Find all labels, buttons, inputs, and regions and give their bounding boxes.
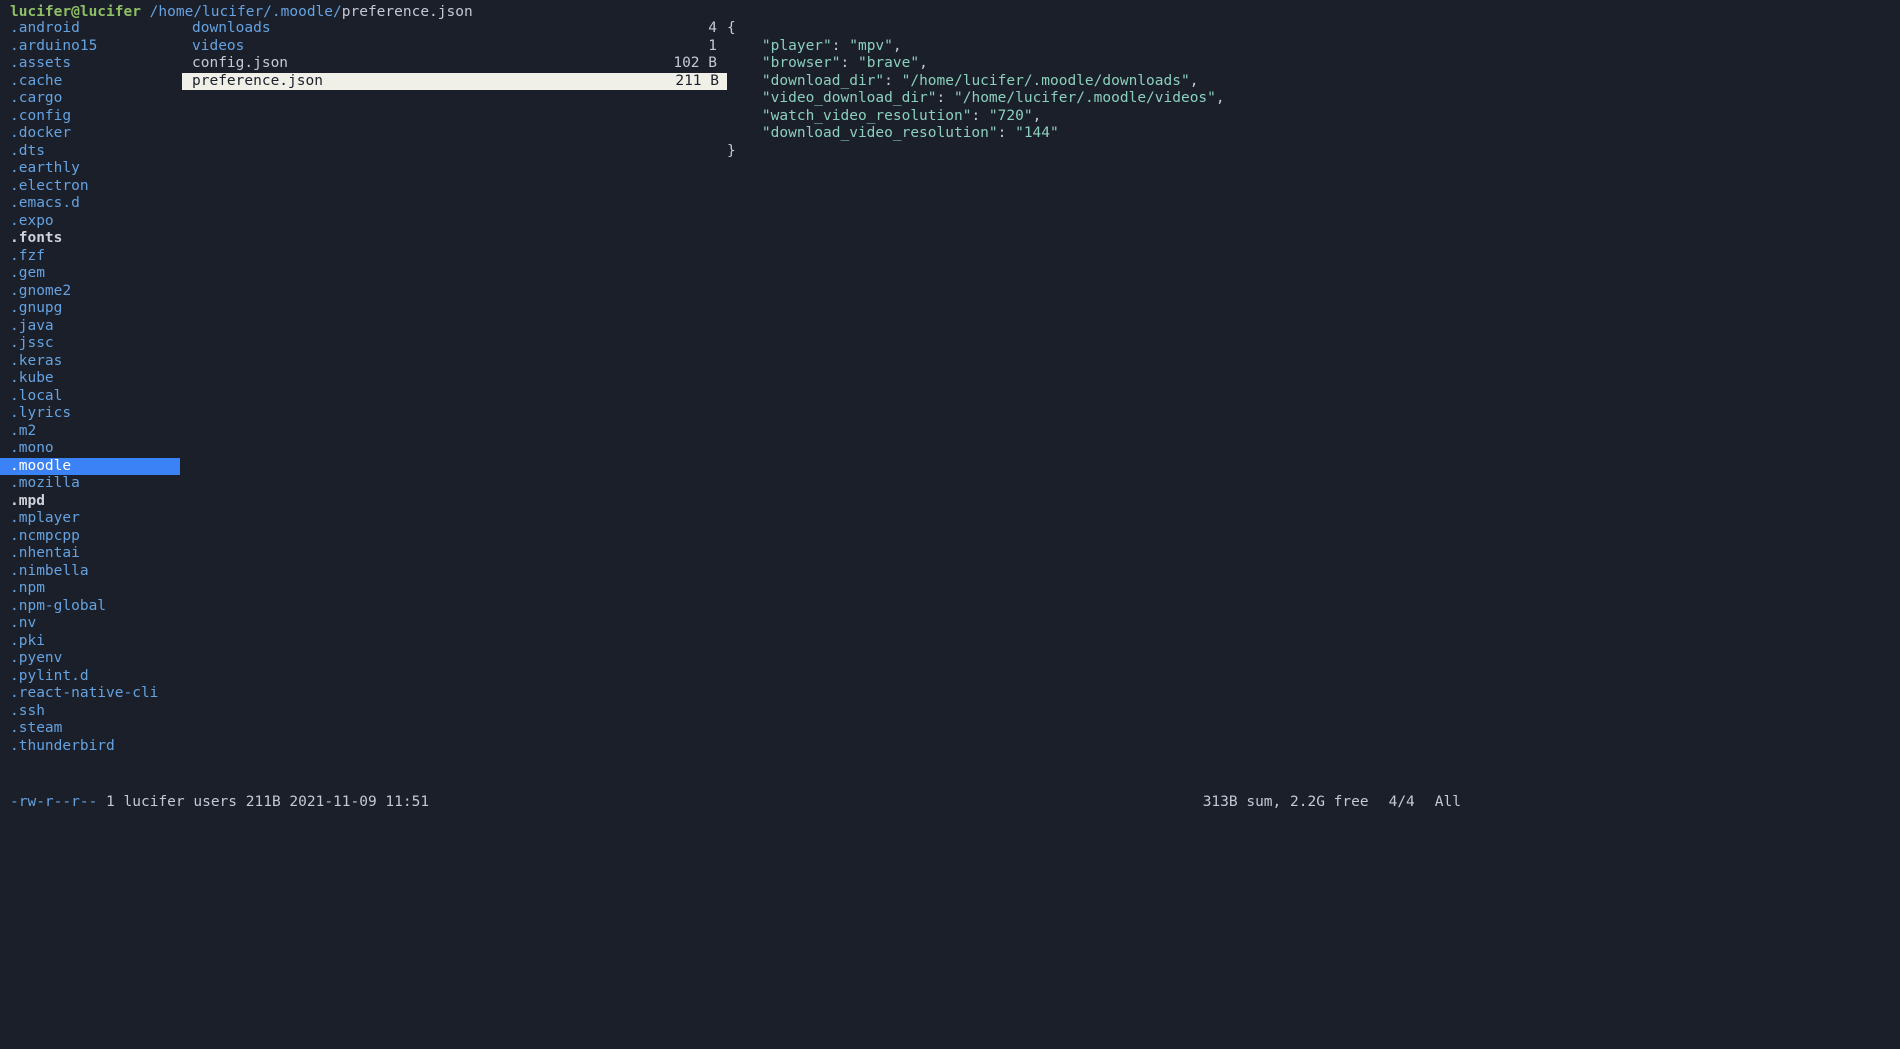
file-links: 1 xyxy=(106,794,115,810)
preview-line: "download_video_resolution": "144" xyxy=(727,125,1461,143)
parent-dir-entry[interactable]: .cache xyxy=(10,73,182,91)
parent-dir-entry[interactable]: .mplayer xyxy=(10,510,182,528)
parent-dir-entry[interactable]: .keras xyxy=(10,353,182,371)
preview-column: { "player": "mpv", "browser": "brave", "… xyxy=(717,20,1461,793)
parent-dir-entry[interactable]: .mono xyxy=(10,440,182,458)
parent-dir-entry[interactable]: .java xyxy=(10,318,182,336)
preview-line: { xyxy=(727,20,1461,38)
status-bar: -rw-r--r-- 1 lucifer users 211B 2021-11-… xyxy=(0,793,1471,813)
parent-dir-entry[interactable]: .lyrics xyxy=(10,405,182,423)
parent-dir-entry[interactable]: .thunderbird xyxy=(10,738,182,756)
file-size: 211B xyxy=(246,794,281,810)
parent-dir-entry[interactable]: .mpd xyxy=(10,493,182,511)
sum-size: 313B sum, xyxy=(1203,794,1282,810)
preview-line: "download_dir": "/home/lucifer/.moodle/d… xyxy=(727,73,1461,91)
parent-dir-entry[interactable]: .react-native-cli xyxy=(10,685,182,703)
parent-dir-entry[interactable]: .fzf xyxy=(10,248,182,266)
parent-dir-entry[interactable]: .ssh xyxy=(10,703,182,721)
parent-dir-entry[interactable]: .dts xyxy=(10,143,182,161)
parent-dir-entry[interactable]: .kube xyxy=(10,370,182,388)
parent-dir-entry[interactable]: .docker xyxy=(10,125,182,143)
file-row[interactable]: downloads4 xyxy=(192,20,717,38)
position: 4/4 xyxy=(1389,794,1415,810)
parent-dir-entry[interactable]: .emacs.d xyxy=(10,195,182,213)
preview-line: "video_download_dir": "/home/lucifer/.mo… xyxy=(727,90,1461,108)
parent-dir-entry[interactable]: .npm xyxy=(10,580,182,598)
parent-dir-entry[interactable]: .local xyxy=(10,388,182,406)
parent-dir-entry[interactable]: .expo xyxy=(10,213,182,231)
parent-dir-entry[interactable]: .assets xyxy=(10,55,182,73)
parent-dir-entry[interactable]: .gnome2 xyxy=(10,283,182,301)
parent-dir-entry[interactable]: .m2 xyxy=(10,423,182,441)
preview-line: } xyxy=(727,143,1461,161)
disk-info: 313B sum, 2.2G free 4/4 All xyxy=(1203,794,1461,812)
parent-dir-entry[interactable]: .npm-global xyxy=(10,598,182,616)
free-space: 2.2G free xyxy=(1290,794,1369,810)
parent-dir-entry[interactable]: .jssc xyxy=(10,335,182,353)
current-dir-column[interactable]: downloads4videos1config.json102 Bprefere… xyxy=(182,20,717,793)
file-date: 2021-11-09 11:51 xyxy=(289,794,429,810)
breadcrumb-header: lucifer@lucifer /home/lucifer/.moodle/pr… xyxy=(0,0,1471,18)
parent-dir-entry[interactable]: .nv xyxy=(10,615,182,633)
parent-dir-entry[interactable]: .ncmpcpp xyxy=(10,528,182,546)
file-info: -rw-r--r-- 1 lucifer users 211B 2021-11-… xyxy=(10,794,429,812)
parent-dir-entry[interactable]: .nimbella xyxy=(10,563,182,581)
file-manager-main: .android.arduino15.assets.cache.cargo.co… xyxy=(0,18,1471,793)
file-row[interactable]: videos1 xyxy=(192,38,717,56)
parent-dir-entry[interactable]: .config xyxy=(10,108,182,126)
file-owner: lucifer xyxy=(124,794,185,810)
parent-dir-entry[interactable]: .gem xyxy=(10,265,182,283)
parent-dir-entry[interactable]: .android xyxy=(10,20,182,38)
parent-dir-entry[interactable]: .steam xyxy=(10,720,182,738)
current-file: preference.json xyxy=(342,4,473,20)
file-row[interactable]: config.json102 B xyxy=(192,55,717,73)
scroll-indicator: All xyxy=(1435,794,1461,810)
file-permissions: -rw-r--r-- xyxy=(10,794,97,810)
parent-dir-entry[interactable]: .earthly xyxy=(10,160,182,178)
parent-dir-entry[interactable]: .fonts xyxy=(10,230,182,248)
parent-dir-entry[interactable]: .cargo xyxy=(10,90,182,108)
parent-dir-entry[interactable]: .pki xyxy=(10,633,182,651)
parent-dir-column[interactable]: .android.arduino15.assets.cache.cargo.co… xyxy=(10,20,182,793)
path-prefix: /home/lucifer/.moodle/ xyxy=(141,4,342,20)
preview-line: "browser": "brave", xyxy=(727,55,1461,73)
file-group: users xyxy=(193,794,237,810)
user-host: lucifer@lucifer xyxy=(10,4,141,20)
parent-dir-entry[interactable]: .pyenv xyxy=(10,650,182,668)
parent-dir-entry[interactable]: .electron xyxy=(10,178,182,196)
parent-dir-entry[interactable]: .arduino15 xyxy=(10,38,182,56)
parent-dir-entry[interactable]: .pylint.d xyxy=(10,668,182,686)
parent-dir-entry[interactable]: .moodle xyxy=(0,458,180,476)
parent-dir-entry[interactable]: .mozilla xyxy=(10,475,182,493)
parent-dir-entry[interactable]: .gnupg xyxy=(10,300,182,318)
preview-line: "watch_video_resolution": "720", xyxy=(727,108,1461,126)
parent-dir-entry[interactable]: .nhentai xyxy=(10,545,182,563)
preview-line: "player": "mpv", xyxy=(727,38,1461,56)
file-row[interactable]: preference.json211 B xyxy=(182,73,727,91)
preview-content: { "player": "mpv", "browser": "brave", "… xyxy=(727,20,1461,793)
